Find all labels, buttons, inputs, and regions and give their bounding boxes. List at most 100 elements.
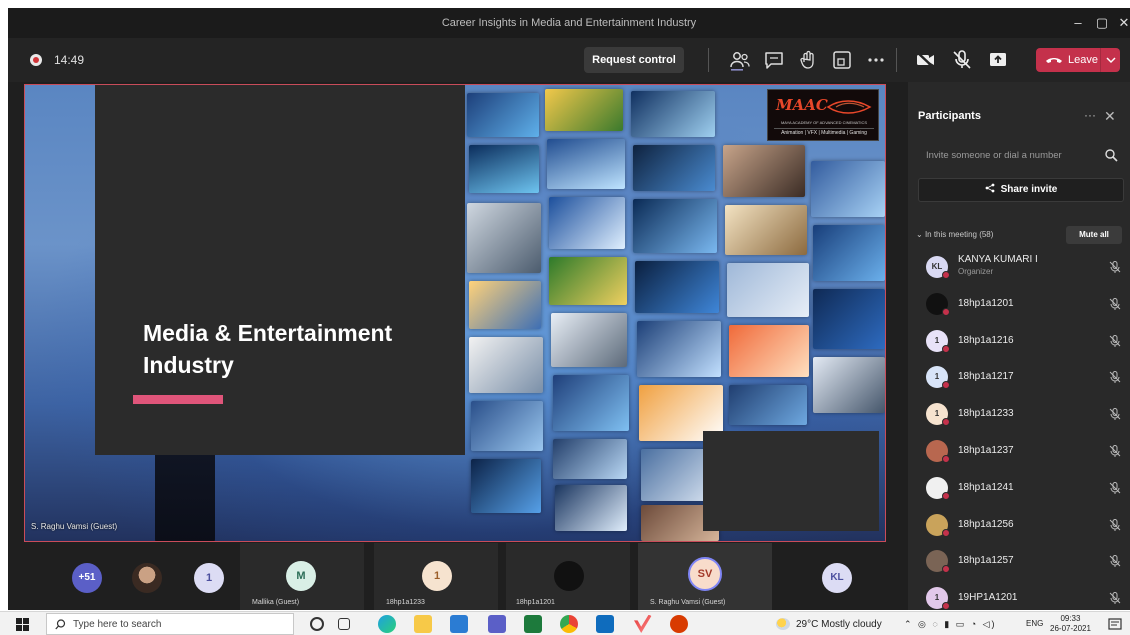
slide-title: Media & Entertainment Industry (143, 317, 443, 381)
avatar: 1 (194, 563, 224, 593)
participant-row[interactable]: 1 18hp1a1216 (908, 324, 1130, 358)
presence-status-icon (942, 271, 950, 279)
toolbar-divider (896, 48, 897, 72)
participant-tile[interactable]: 1 18hp1a1233 (374, 543, 498, 610)
notifications-icon[interactable] (1108, 617, 1122, 631)
task-view-icon[interactable] (338, 618, 350, 630)
presence-status-icon (942, 307, 950, 316)
phone-hangup-icon (1046, 58, 1062, 63)
share-invite-button[interactable]: Share invite (918, 178, 1124, 202)
share-content-icon[interactable] (986, 48, 1010, 72)
clock-time: 09:33 (1060, 614, 1081, 623)
system-tray-icons[interactable]: ⌃ ◎ ◌ ▮ ▭ ◔ ◁) (904, 619, 997, 630)
in-meeting-header[interactable]: ⌄ In this meeting (58) (916, 230, 993, 239)
weather-text[interactable]: 29°C Mostly cloudy (796, 619, 882, 630)
reactions-icon[interactable] (796, 48, 820, 72)
logo-tagline: MAYA ACADEMY OF ADVANCED CINEMATICS (780, 120, 868, 125)
avatar: 1 (926, 329, 950, 353)
presence-status-icon (942, 455, 950, 463)
teams-meeting-window: Career Insights in Media and Entertainme… (8, 8, 1130, 610)
more-participants-button[interactable]: +51 (72, 563, 102, 593)
muted-mic-icon[interactable] (1108, 334, 1122, 348)
muted-mic-icon[interactable] (1108, 260, 1122, 274)
logo-swoosh-icon (826, 100, 872, 114)
muted-mic-icon[interactable] (1108, 407, 1122, 421)
participant-tile-active-speaker[interactable]: SV S. Raghu Vamsi (Guest) (638, 543, 772, 610)
minimize-button[interactable]: – (1066, 12, 1090, 34)
search-icon[interactable] (1104, 148, 1118, 162)
request-control-button[interactable]: Request control (584, 47, 684, 73)
participant-row[interactable]: 18hp1a1237 (908, 434, 1130, 468)
muted-mic-icon[interactable] (1108, 554, 1122, 568)
presence-status-icon (942, 528, 950, 537)
participant-name: 18hp1a1257 (958, 555, 1014, 567)
meeting-timer: 14:49 (54, 53, 85, 67)
cortana-icon[interactable] (310, 617, 324, 631)
muted-mic-icon[interactable] (1108, 518, 1122, 532)
avatar: 1 (422, 561, 452, 591)
slide-title-line: Media & Entertainment (143, 320, 393, 346)
office-icon[interactable] (670, 615, 688, 633)
taskbar-clock[interactable]: 09:33 26-07-2021 (1050, 614, 1091, 634)
participant-row[interactable]: KL KANYA KUMARI I Organizer (908, 250, 1130, 284)
muted-mic-icon[interactable] (1108, 370, 1122, 384)
participant-name: 18hp1a1256 (958, 518, 1014, 530)
panel-close-icon[interactable]: ✕ (1104, 108, 1116, 125)
store-icon[interactable] (450, 615, 468, 633)
leave-options-chevron-icon[interactable] (1100, 48, 1120, 72)
participant-name: 18hp1a1233 (958, 408, 1014, 420)
maximize-button[interactable]: ▢ (1090, 12, 1114, 34)
muted-mic-icon[interactable] (1108, 297, 1122, 311)
taskbar-search-box[interactable]: Type here to search (46, 613, 294, 635)
participant-row[interactable]: 18hp1a1241 (908, 471, 1130, 505)
app-icon[interactable] (634, 615, 652, 633)
excel-icon[interactable] (524, 615, 542, 633)
camera-off-icon[interactable] (914, 48, 938, 72)
slide-title-panel: Media & Entertainment Industry (95, 85, 465, 455)
participant-strip: +51 1 M Mallika (Guest) 1 18hp1a1233 18h… (8, 543, 898, 610)
breakout-rooms-icon[interactable] (830, 48, 854, 72)
teams-icon[interactable] (488, 615, 506, 633)
muted-mic-icon[interactable] (1108, 481, 1122, 495)
participant-name: 19HP1A1201 (958, 592, 1018, 604)
self-view-video[interactable] (703, 431, 879, 531)
avatar (926, 550, 950, 574)
participant-row[interactable]: 18hp1a1257 (908, 544, 1130, 578)
more-options-icon[interactable] (864, 48, 888, 72)
participants-icon[interactable] (728, 48, 752, 72)
participant-tile[interactable]: 18hp1a1201 (506, 543, 630, 610)
participant-role: Organizer (958, 267, 994, 276)
participant-name: 18hp1a1217 (958, 371, 1014, 383)
chrome-icon[interactable] (560, 615, 578, 633)
mic-off-icon[interactable] (950, 48, 974, 72)
logo-subtags: Animation | VFX | Multimedia | Gaming (774, 128, 874, 136)
participants-panel: Participants ··· ✕ Invite someone or dia… (908, 82, 1130, 610)
participant-name: 18hp1a1241 (958, 481, 1014, 493)
participant-tile[interactable]: M Mallika (Guest) (240, 543, 364, 610)
participant-row[interactable]: 18hp1a1256 (908, 508, 1130, 542)
file-explorer-icon[interactable] (414, 615, 432, 633)
muted-mic-icon[interactable] (1108, 444, 1122, 458)
panel-more-options-icon[interactable]: ··· (1084, 108, 1096, 122)
leave-button[interactable]: Leave (1036, 48, 1120, 72)
language-indicator[interactable]: ENG (1026, 619, 1043, 628)
window-title: Career Insights in Media and Entertainme… (441, 17, 697, 29)
participant-row[interactable]: 1 18hp1a1217 (908, 360, 1130, 394)
windows-start-icon[interactable] (16, 618, 29, 631)
participant-row[interactable]: 1 18hp1a1233 (908, 397, 1130, 431)
participant-row[interactable]: 1 19HP1A1201 (908, 581, 1130, 610)
logo-mark: MAAC (776, 96, 828, 114)
recording-icon (30, 54, 42, 66)
outlook-icon[interactable] (596, 615, 614, 633)
participant-row[interactable]: 18hp1a1201 (908, 287, 1130, 321)
chat-icon[interactable] (762, 48, 786, 72)
windows-taskbar: Type here to search 29°C Mostly cloudy ⌃… (0, 611, 1130, 635)
muted-mic-icon[interactable] (1108, 591, 1122, 605)
close-window-button[interactable]: ✕ (1112, 12, 1130, 34)
toolbar-divider (708, 48, 709, 72)
mute-all-button[interactable]: Mute all (1066, 226, 1122, 244)
invite-search-input[interactable]: Invite someone or dial a number (920, 144, 1124, 168)
avatar: 1 (926, 403, 950, 427)
edge-icon[interactable] (378, 615, 396, 633)
participant-name: Mallika (Guest) (252, 599, 300, 606)
